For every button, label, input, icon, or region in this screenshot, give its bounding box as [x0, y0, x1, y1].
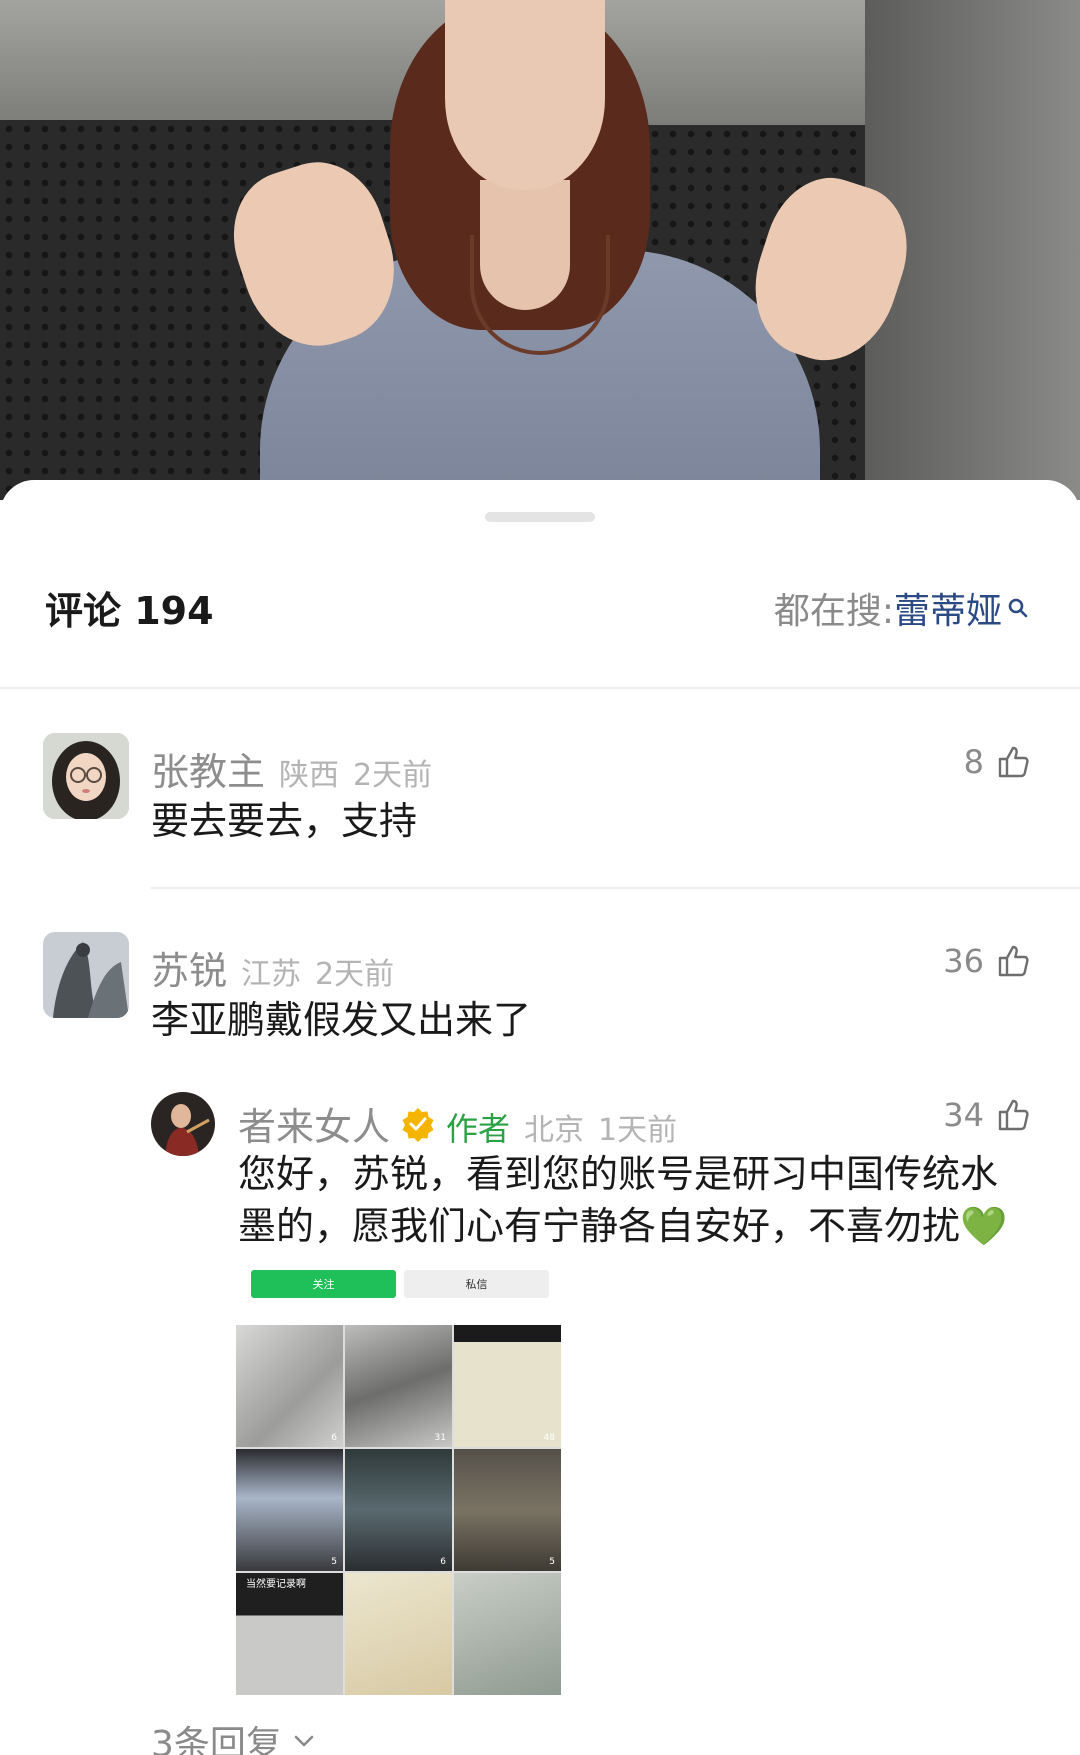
embedded-post-grid: 6 31 48 5 6 5 当然要记录啊	[236, 1325, 561, 1695]
thumbs-up-icon	[998, 945, 1029, 977]
comment-meta: 苏锐 江苏 2天前	[151, 940, 394, 995]
like-button[interactable]: 34	[943, 1096, 1032, 1134]
comment-time: 2天前	[315, 957, 395, 992]
comment-location: 陕西	[279, 758, 340, 793]
reply-meta: 者来女人 作者 北京 1天前	[238, 1096, 677, 1151]
comment-location: 江苏	[241, 957, 302, 992]
embedded-message-button: 私信	[404, 1270, 549, 1298]
trending-search-prefix: 都在搜:	[773, 591, 894, 632]
author-badge: 作者	[446, 1110, 511, 1148]
grid-thumbnail	[345, 1573, 452, 1695]
thumbnail-like-count: 5	[549, 1557, 555, 1567]
thumbnail-like-count: 5	[331, 1557, 337, 1567]
reply-author-name[interactable]: 者来女人	[238, 1096, 390, 1151]
comment-count-title: 评论 194	[45, 589, 214, 633]
sheet-drag-handle[interactable]	[485, 512, 595, 522]
avatar[interactable]	[43, 932, 129, 1018]
video-player[interactable]	[0, 0, 1080, 500]
reply-time: 1天前	[598, 1113, 678, 1148]
replies-count-label: 3条回复	[151, 1724, 282, 1755]
avatar[interactable]	[151, 1092, 215, 1156]
chevron-down-icon	[294, 1735, 314, 1747]
comment-text: 李亚鹏戴假发又出来了	[151, 998, 532, 1042]
comment-text: 要去要去，支持	[151, 799, 418, 843]
search-icon	[1008, 598, 1028, 618]
thumbnail-like-count: 6	[331, 1433, 337, 1443]
grid-thumbnail: 6	[345, 1449, 452, 1571]
grid-thumbnail: 6	[236, 1325, 343, 1447]
reply-text: 您好，苏锐，看到您的账号是研习中国传统水 墨的，愿我们心有宁静各自安好，不喜勿扰…	[238, 1148, 1038, 1252]
comment-meta: 张教主 陕西 2天前	[151, 741, 432, 796]
grid-thumbnail: 当然要记录啊	[236, 1573, 343, 1695]
thumbnail-like-count: 31	[434, 1433, 446, 1443]
avatar-illustration	[151, 1092, 215, 1156]
like-count: 8	[963, 743, 984, 781]
thumbnail-caption: 当然要记录啊	[246, 1579, 306, 1590]
reply-image-attachment[interactable]: 关注 私信 6 31 48 5 6 5 当然要记录啊	[236, 1270, 566, 1700]
reply-text-line: 墨的，愿我们心有宁静各自安好，不喜勿扰💚	[238, 1204, 1008, 1248]
comment-time: 2天前	[353, 758, 433, 793]
avatar[interactable]	[43, 733, 129, 819]
like-button[interactable]: 36	[943, 942, 1032, 980]
grid-thumbnail	[454, 1573, 561, 1695]
grid-thumbnail: 5	[236, 1449, 343, 1571]
grid-thumbnail: 5	[454, 1449, 561, 1571]
comment-author-name[interactable]: 苏锐	[151, 940, 227, 995]
reply-location: 北京	[524, 1113, 585, 1148]
embedded-follow-button: 关注	[251, 1270, 396, 1298]
avatar-illustration	[43, 733, 129, 819]
trending-search[interactable]: 都在搜: 蕾蒂娅	[774, 582, 1030, 634]
comment-divider	[151, 887, 1080, 889]
comment-header: 评论 194 都在搜: 蕾蒂娅	[0, 580, 1080, 640]
header-divider	[0, 687, 1080, 689]
thumbs-up-icon	[998, 1099, 1029, 1131]
like-count: 34	[943, 1096, 984, 1134]
avatar-illustration	[43, 932, 129, 1018]
video-person-face	[445, 0, 605, 190]
reply-text-line: 您好，苏锐，看到您的账号是研习中国传统水	[238, 1152, 999, 1196]
thumbnail-like-count: 48	[543, 1433, 555, 1443]
comment-author-name[interactable]: 张教主	[151, 741, 265, 796]
grid-thumbnail: 48	[454, 1325, 561, 1447]
verified-badge-icon	[402, 1107, 434, 1142]
thumbs-up-icon	[998, 746, 1029, 778]
like-button[interactable]: 8	[964, 743, 1032, 781]
view-replies-link[interactable]: 3条回复	[151, 1715, 318, 1755]
trending-search-keyword[interactable]: 蕾蒂娅	[894, 582, 1002, 634]
like-count: 36	[943, 942, 984, 980]
thumbnail-like-count: 6	[440, 1557, 446, 1567]
grid-thumbnail: 31	[345, 1325, 452, 1447]
